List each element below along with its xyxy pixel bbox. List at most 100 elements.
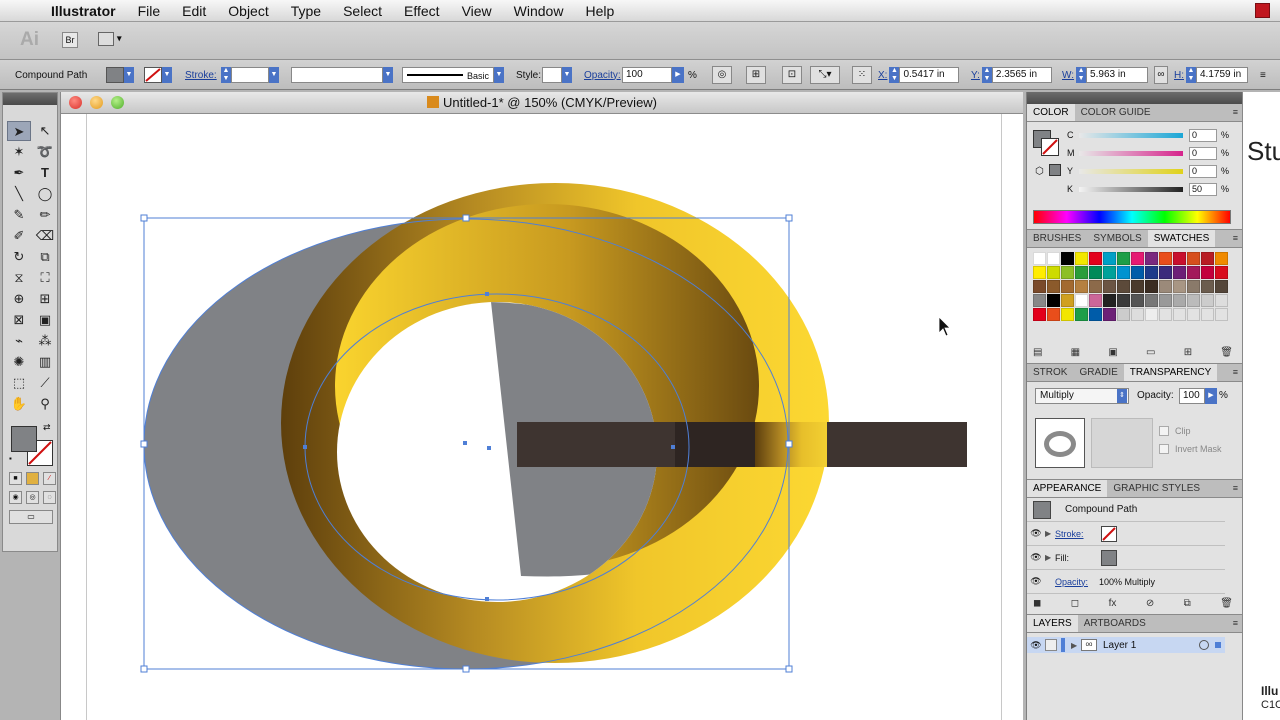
menu-window[interactable]: Window [503,0,575,22]
swatch[interactable] [1033,266,1046,279]
swatch[interactable] [1187,266,1200,279]
swatch[interactable] [1145,280,1158,293]
zoom-window-icon[interactable] [111,96,124,109]
tab-swatches[interactable]: SWATCHES [1147,230,1216,247]
transparency-opacity-slider-button[interactable]: ▶ [1205,388,1217,404]
column-graph-tool-icon[interactable]: ▥ [33,352,57,372]
magic-wand-tool-icon[interactable]: ✶ [7,142,31,162]
swatch[interactable] [1061,294,1074,307]
swatch[interactable] [1131,294,1144,307]
tools-panel-header[interactable] [3,93,57,105]
swatch[interactable] [1047,308,1060,321]
menu-object[interactable]: Object [217,0,279,22]
menu-help[interactable]: Help [574,0,625,22]
menu-file[interactable]: File [127,0,172,22]
appearance-object-row[interactable]: Compound Path [1027,498,1225,522]
layer-expand-icon[interactable]: ▶ [1071,641,1081,650]
menu-app-name[interactable]: Illustrator [40,0,127,22]
swatch[interactable] [1103,252,1116,265]
swatch[interactable] [1033,294,1046,307]
perspective-grid-tool-icon[interactable]: ⊞ [33,289,57,309]
clear-appearance-icon[interactable]: ⊘ [1146,598,1154,612]
arrange-documents-button[interactable]: ▾ [98,32,130,48]
layer-target-icon[interactable] [1199,640,1209,650]
reference-point-icon[interactable]: ⁙ [852,66,872,84]
layer-lock-toggle[interactable] [1045,639,1057,651]
appearance-fill-swatch[interactable] [1101,549,1117,566]
delete-swatch-icon[interactable]: 🗑 [1220,347,1233,361]
style-swatch[interactable] [542,67,562,83]
tab-transparency[interactable]: TRANSPARENCY [1123,364,1218,381]
swap-fill-stroke-icon[interactable]: ⇄ [43,422,51,433]
eraser-tool-icon[interactable]: ⌫ [33,226,57,246]
swatch[interactable] [1061,252,1074,265]
constrain-proportions-icon[interactable]: ∞ [1154,66,1168,84]
variable-width-field[interactable] [291,67,383,83]
draw-behind-icon[interactable]: ◎ [26,491,39,504]
tab-appearance[interactable]: APPEARANCE [1027,480,1108,497]
swatch[interactable] [1145,266,1158,279]
delete-item-icon[interactable]: 🗑 [1220,598,1233,612]
x-field[interactable]: 0.5417 in [899,67,960,83]
black-field[interactable]: 50 [1189,182,1217,196]
add-new-stroke-icon[interactable]: ◼ [1033,598,1041,612]
color-stroke-box[interactable] [1041,138,1059,156]
opacity-mask-thumbnail[interactable] [1091,418,1153,468]
swatch[interactable] [1159,308,1172,321]
h-field[interactable]: 4.1759 in [1196,67,1248,83]
hand-tool-icon[interactable]: ✋ [7,394,31,414]
web-safe-swatch[interactable] [1049,164,1061,176]
pen-tool-icon[interactable]: ✒ [7,163,31,183]
bridge-button[interactable]: Br [62,32,78,48]
menu-view[interactable]: View [451,0,503,22]
transparency-panel-menu-icon[interactable]: ≡ [1233,367,1238,377]
blend-tool-icon[interactable]: ⁂ [33,331,57,351]
appearance-panel-menu-icon[interactable]: ≡ [1233,483,1238,493]
swatch[interactable] [1089,252,1102,265]
eyedropper-tool-icon[interactable]: ⌁ [7,331,31,351]
appearance-stroke-swatch[interactable] [1101,525,1117,542]
tab-color-guide[interactable]: COLOR GUIDE [1075,104,1157,121]
mesh-tool-icon[interactable]: ⊠ [7,310,31,330]
swatch[interactable] [1075,294,1088,307]
swatch[interactable] [1131,308,1144,321]
swatch[interactable] [1075,252,1088,265]
w-field[interactable]: 5.963 in [1086,67,1149,83]
swatch[interactable] [1215,266,1228,279]
swatch[interactable] [1201,308,1214,321]
swatch[interactable] [1145,252,1158,265]
fill-swatch[interactable] [106,67,124,83]
swatch[interactable] [1047,280,1060,293]
swatch[interactable] [1215,252,1228,265]
x-label[interactable]: X: [878,70,887,81]
fill-dropdown[interactable]: ▼ [124,67,134,83]
swatch[interactable] [1201,280,1214,293]
color-spectrum-bar[interactable] [1033,210,1231,224]
layers-panel-menu-icon[interactable]: ≡ [1233,618,1238,628]
new-color-group-icon[interactable]: ▭ [1146,347,1155,361]
tab-stroke[interactable]: STROK [1027,364,1073,381]
stroke-visibility-eye-icon[interactable]: 👁 [1027,528,1045,539]
swatch[interactable] [1103,280,1116,293]
align-to-icon[interactable]: ⊞ [746,66,766,84]
ellipse-tool-icon[interactable]: ◯ [33,184,57,204]
yellow-field[interactable]: 0 [1189,164,1217,178]
swatch[interactable] [1215,280,1228,293]
magenta-slider[interactable] [1079,150,1183,156]
scale-tool-icon[interactable]: ⧉ [33,247,57,267]
swatch[interactable] [1159,252,1172,265]
swatch[interactable] [1117,294,1130,307]
swatch[interactable] [1145,294,1158,307]
tab-color[interactable]: COLOR [1027,104,1075,121]
panel-dock-header[interactable] [1027,92,1242,104]
width-tool-icon[interactable]: ⧖ [7,268,31,288]
stroke-dropdown[interactable]: ▼ [162,67,172,83]
new-swatch-icon[interactable]: ⊞ [1184,347,1192,361]
swatch[interactable] [1131,252,1144,265]
layer-name[interactable]: Layer 1 [1103,640,1199,651]
layer-selection-indicator[interactable] [1215,642,1221,648]
symbol-sprayer-tool-icon[interactable]: ✺ [7,352,31,372]
swatch[interactable] [1201,294,1214,307]
layer-visibility-eye-icon[interactable]: 👁 [1027,640,1045,651]
color-panel-menu-icon[interactable]: ≡ [1233,107,1238,117]
